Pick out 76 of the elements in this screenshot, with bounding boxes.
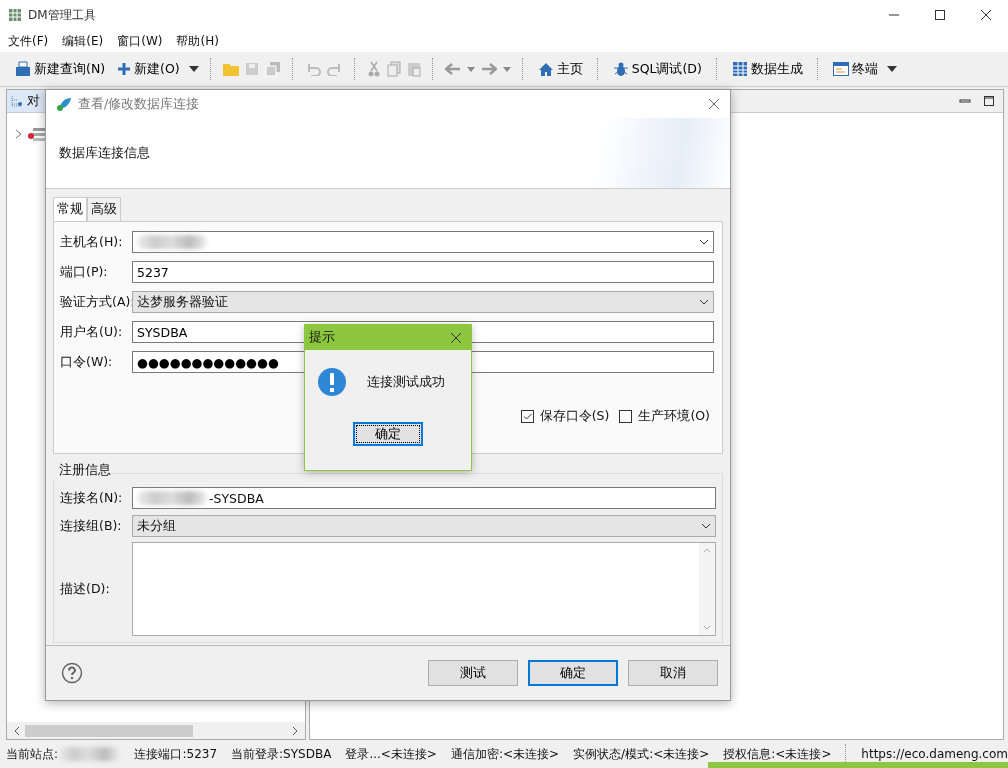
- home-button[interactable]: 主页: [534, 58, 586, 80]
- field-label: 用户名(U):: [60, 323, 124, 341]
- website-link[interactable]: https://eco.dameng.com: [861, 747, 1008, 761]
- cut-icon: [366, 61, 381, 77]
- field-label: 验证方式(A):: [60, 293, 132, 311]
- new-button[interactable]: 新建(O): [114, 58, 183, 80]
- copy-icon: [386, 61, 401, 77]
- data-generation-button[interactable]: 数据生成: [728, 58, 806, 80]
- caret-icon: [699, 239, 709, 245]
- header-title: 数据库连接信息: [59, 144, 150, 162]
- scroll-left-icon[interactable]: [13, 725, 21, 736]
- terminal-icon: [832, 62, 849, 76]
- close-icon[interactable]: [450, 331, 462, 344]
- home-icon: [537, 61, 554, 77]
- dropdown-arrow-icon[interactable]: [188, 66, 199, 72]
- status-item: 实例状态/模式:<未连接>: [573, 745, 710, 763]
- field-label: 口令(W):: [60, 353, 114, 371]
- menu-item[interactable]: 文件(F): [8, 32, 49, 50]
- menu-item[interactable]: 编辑(E): [62, 32, 104, 50]
- bug-icon: [612, 61, 629, 77]
- dialog-button[interactable]: 确定: [528, 660, 618, 686]
- sql-debug-button[interactable]: SQL调试(D): [609, 58, 705, 80]
- input-field[interactable]: 5237: [132, 261, 714, 283]
- tree-icon: [11, 95, 23, 107]
- checkbox-label[interactable]: 保存口令(S): [539, 408, 610, 425]
- check-icon: [521, 411, 533, 422]
- maximize-icon[interactable]: [934, 9, 946, 21]
- plus-icon: [117, 62, 132, 76]
- message-text: 连接测试成功: [367, 373, 445, 391]
- paste-icon: [406, 61, 421, 77]
- tab[interactable]: 常规: [53, 197, 87, 221]
- message-title: 提示: [309, 329, 335, 346]
- field-label: 连接名(N):: [60, 489, 124, 507]
- dropdown-arrow-icon[interactable]: [886, 66, 897, 72]
- status-item: 当前站点:: [6, 745, 59, 763]
- menu-item[interactable]: 窗口(W): [117, 32, 163, 50]
- terminal-button[interactable]: 终端: [829, 58, 881, 80]
- group-title: 注册信息: [53, 462, 111, 479]
- status-item: 授权信息:<未连接>: [723, 745, 832, 763]
- close-icon[interactable]: [708, 98, 720, 110]
- dialog-button[interactable]: 测试: [428, 660, 518, 686]
- app-icon: [8, 8, 22, 22]
- tab[interactable]: 高级: [87, 197, 121, 221]
- caret-icon: [699, 299, 709, 305]
- scroll-right-icon[interactable]: [291, 725, 299, 736]
- status-item: 连接端口:5237: [134, 745, 218, 763]
- close-icon[interactable]: [980, 9, 992, 21]
- checkbox-label[interactable]: 生产环境(O): [638, 408, 710, 425]
- save-icon: [244, 62, 259, 76]
- redo-icon: [326, 62, 343, 76]
- caret-icon: [701, 523, 711, 529]
- field-label: 描述(D):: [60, 580, 111, 598]
- window-title: DM管理工具: [28, 6, 96, 24]
- status-item: 登录...<未连接>: [345, 745, 437, 763]
- checkbox[interactable]: [619, 410, 633, 423]
- dropdown[interactable]: [132, 231, 714, 253]
- connection-icon: [56, 96, 72, 112]
- horizontal-scrollbar[interactable]: [7, 722, 305, 739]
- status-item: 通信加密:<未连接>: [450, 745, 560, 763]
- new-query-button[interactable]: 新建查询(N): [12, 58, 109, 80]
- field-label: 端口(P):: [60, 263, 109, 281]
- dialog-title: 查看/修改数据库连接: [78, 95, 200, 113]
- help-icon[interactable]: [61, 662, 83, 684]
- input-value[interactable]: -SYSDBA: [209, 490, 264, 506]
- field-label: 主机名(H):: [60, 233, 124, 251]
- save-all-icon: [264, 61, 281, 77]
- status-item: 当前登录:SYSDBA: [231, 745, 332, 763]
- dialog-button[interactable]: 取消: [628, 660, 718, 686]
- ok-button[interactable]: 确定: [353, 422, 423, 446]
- grid-icon: [731, 61, 748, 77]
- checkbox[interactable]: [520, 410, 534, 423]
- menu-item[interactable]: 帮助(H): [176, 32, 219, 50]
- info-icon: [317, 367, 347, 397]
- field-label: 连接组(B):: [60, 517, 123, 535]
- maximize-icon[interactable]: [983, 95, 995, 107]
- minimize-icon[interactable]: [959, 96, 971, 106]
